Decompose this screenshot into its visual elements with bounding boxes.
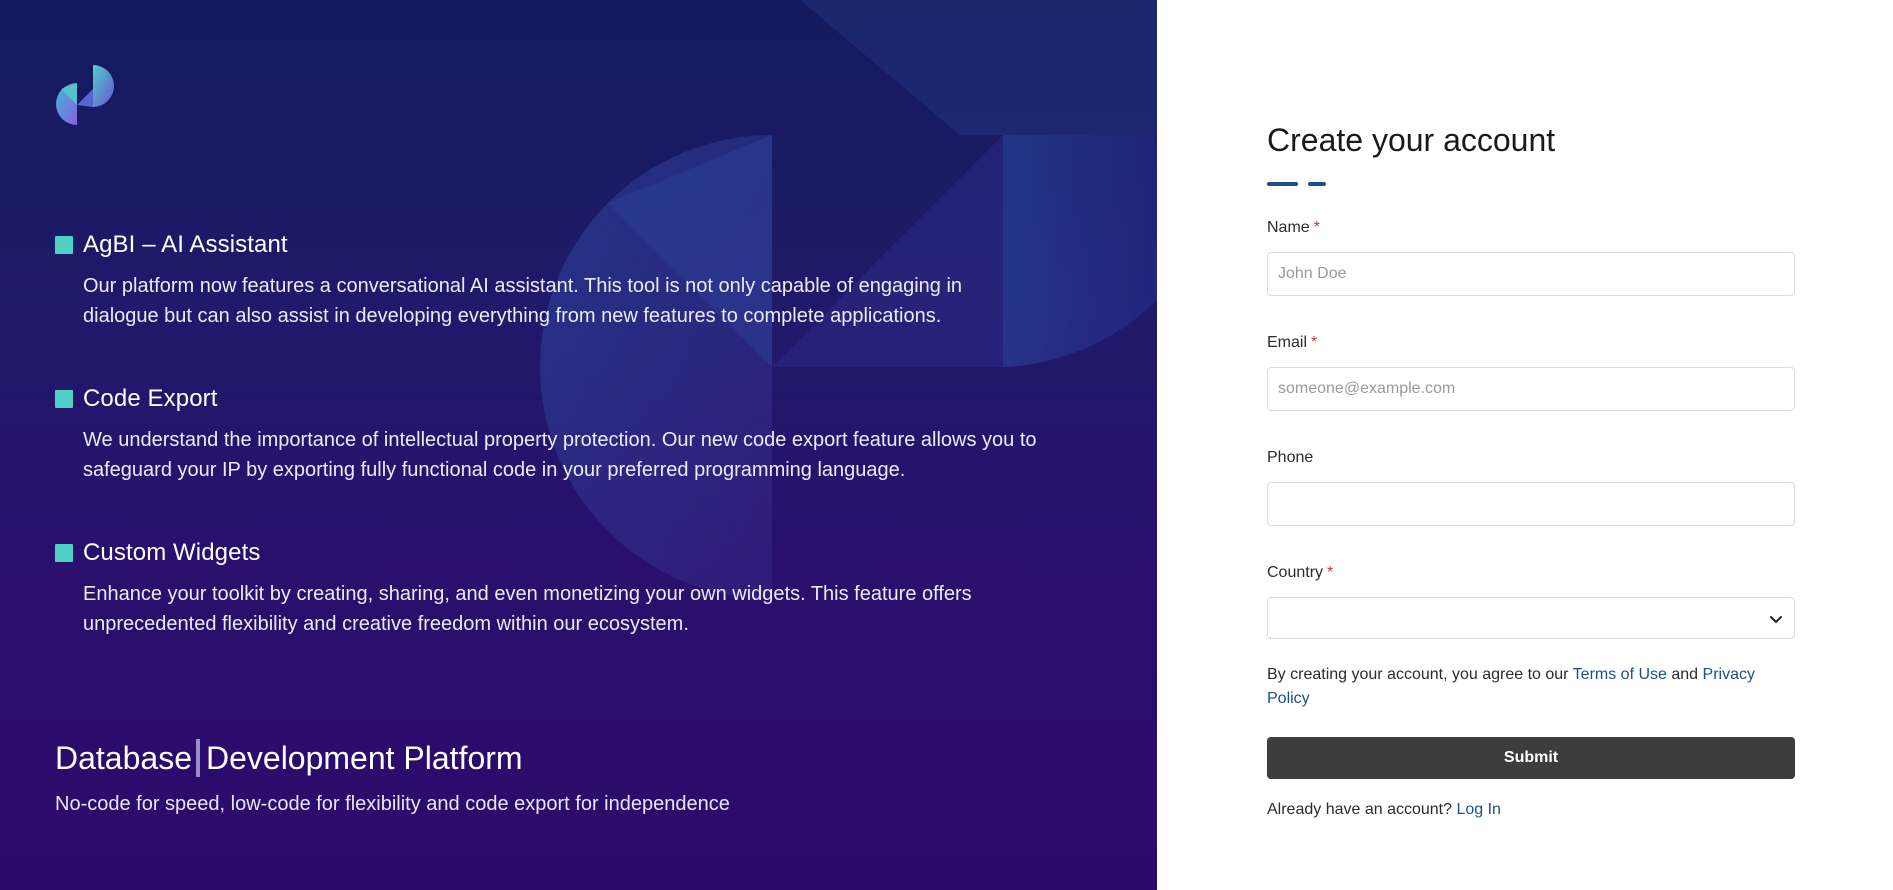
feature-title: AgBI – AI Assistant [83, 231, 288, 258]
platform-title-word: Database [55, 739, 192, 776]
feature-custom-widgets: Custom Widgets Enhance your toolkit by c… [55, 539, 1095, 639]
feature-text: Enhance your toolkit by creating, sharin… [83, 583, 972, 635]
login-prompt: Already have an account? Log In [1267, 801, 1501, 818]
signup-form: Create your account Name* Email* Phone C… [1267, 118, 1795, 819]
feature-bullet [55, 390, 73, 408]
brand-logo-icon[interactable] [55, 63, 119, 127]
country-label: Country * [1267, 564, 1334, 581]
submit-button[interactable]: Submit [1267, 737, 1795, 779]
feature-bullet [55, 544, 73, 562]
feature-code-export: Code Export We understand the importance… [55, 385, 1095, 485]
feature-text: Our platform now features a conversation… [83, 275, 963, 327]
title-underline [1267, 182, 1795, 186]
name-label: Name * [1267, 219, 1320, 236]
feature-text: We understand the importance of intellec… [83, 429, 1037, 481]
platform-title-rest: Development Platform [205, 739, 523, 776]
terms-of-use-link[interactable]: Terms of Use [1573, 666, 1667, 683]
terms-text: By creating your account, you agree to o… [1267, 666, 1755, 707]
form-title: Create your account [1267, 122, 1556, 158]
feature-title: Code Export [83, 385, 218, 412]
country-field-group: Country * [1267, 563, 1795, 639]
feature-ai-assistant: AgBI – AI Assistant Our platform now fea… [55, 231, 1095, 331]
phone-label: Phone [1267, 449, 1314, 466]
phone-input[interactable] [1267, 482, 1795, 526]
phone-field-group: Phone [1267, 448, 1795, 526]
name-input[interactable] [1267, 252, 1795, 296]
typing-cursor [195, 739, 200, 777]
name-field-group: Name * [1267, 218, 1795, 296]
chevron-down-icon [1770, 616, 1782, 623]
platform-subtitle: No-code for speed, low-code for flexibil… [55, 793, 730, 815]
hero-panel: AgBI – AI Assistant Our platform now fea… [0, 0, 1157, 890]
email-input[interactable] [1267, 367, 1795, 411]
feature-title: Custom Widgets [83, 539, 261, 566]
email-label: Email * [1267, 334, 1318, 351]
country-select[interactable] [1267, 597, 1795, 639]
log-in-link[interactable]: Log In [1456, 801, 1500, 818]
feature-bullet [55, 236, 73, 254]
email-field-group: Email * [1267, 333, 1795, 411]
platform-title: Database Development Platform [55, 738, 523, 778]
signup-panel: Create your account Name* Email* Phone C… [1157, 0, 1893, 890]
